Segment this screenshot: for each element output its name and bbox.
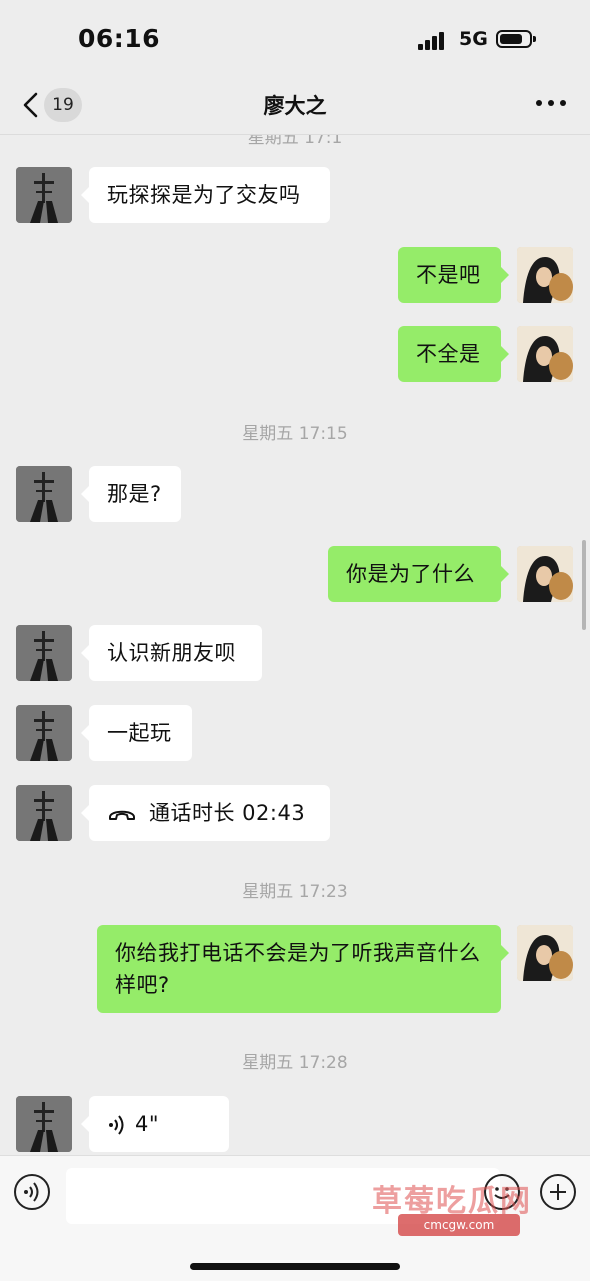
home-indicator[interactable] [190, 1263, 400, 1270]
network-type: 5G [459, 28, 488, 50]
battery-icon [496, 30, 536, 48]
voice-message[interactable]: 4" [81, 1096, 229, 1152]
time-separator: 星期五 17:28 [242, 1053, 348, 1073]
received-message[interactable]: 那是? [81, 466, 181, 522]
call-duration: 通话时长 02:43 [149, 801, 306, 825]
my-avatar[interactable] [517, 326, 573, 382]
scrollbar[interactable] [582, 540, 586, 630]
received-message[interactable]: 玩探探是为了交友吗 [81, 167, 330, 223]
battery-level [500, 34, 523, 44]
chat-header: 19 廖大之 [0, 80, 590, 135]
message-list[interactable]: 星期五 17:1 玩探探是为了交友吗 不是吧 不全是 星期五 17:15 那是?… [0, 135, 590, 1155]
contact-avatar[interactable] [16, 785, 72, 841]
signal-icon [418, 30, 450, 50]
input-bar: 草莓吃瓜网 cmcgw.com [0, 1155, 590, 1281]
plus-icon[interactable] [540, 1174, 576, 1210]
chat-title: 廖大之 [263, 94, 327, 118]
contact-avatar[interactable] [16, 625, 72, 681]
contact-avatar[interactable] [16, 705, 72, 761]
voice-duration: 4" [135, 1112, 160, 1136]
time-separator: 星期五 17:23 [242, 882, 348, 902]
my-avatar[interactable] [517, 247, 573, 303]
time-separator: 星期五 17:1 [247, 135, 343, 148]
sent-message[interactable]: 你给我打电话不会是为了听我声音什么样吧? [97, 925, 509, 1013]
status-bar: 06:16 5G [0, 0, 590, 80]
call-record-message[interactable]: 通话时长 02:43 [81, 785, 330, 841]
voice-wave-icon [109, 1115, 124, 1135]
status-time: 06:16 [78, 24, 161, 53]
received-message[interactable]: 一起玩 [81, 705, 192, 761]
time-separator: 星期五 17:15 [242, 424, 348, 444]
contact-avatar[interactable] [16, 1096, 72, 1152]
received-message[interactable]: 认识新朋友呗 [81, 625, 262, 681]
sent-message[interactable]: 不全是 [398, 326, 509, 382]
more-icon[interactable] [536, 100, 566, 110]
voice-toggle-icon[interactable] [14, 1174, 50, 1210]
my-avatar[interactable] [517, 546, 573, 602]
contact-avatar[interactable] [16, 466, 72, 522]
sent-message[interactable]: 不是吧 [398, 247, 509, 303]
sent-message[interactable]: 你是为了什么 [328, 546, 509, 602]
my-avatar[interactable] [517, 925, 573, 981]
watermark-url: cmcgw.com [398, 1214, 520, 1236]
contact-avatar[interactable] [16, 167, 72, 223]
phone-icon [109, 810, 135, 820]
